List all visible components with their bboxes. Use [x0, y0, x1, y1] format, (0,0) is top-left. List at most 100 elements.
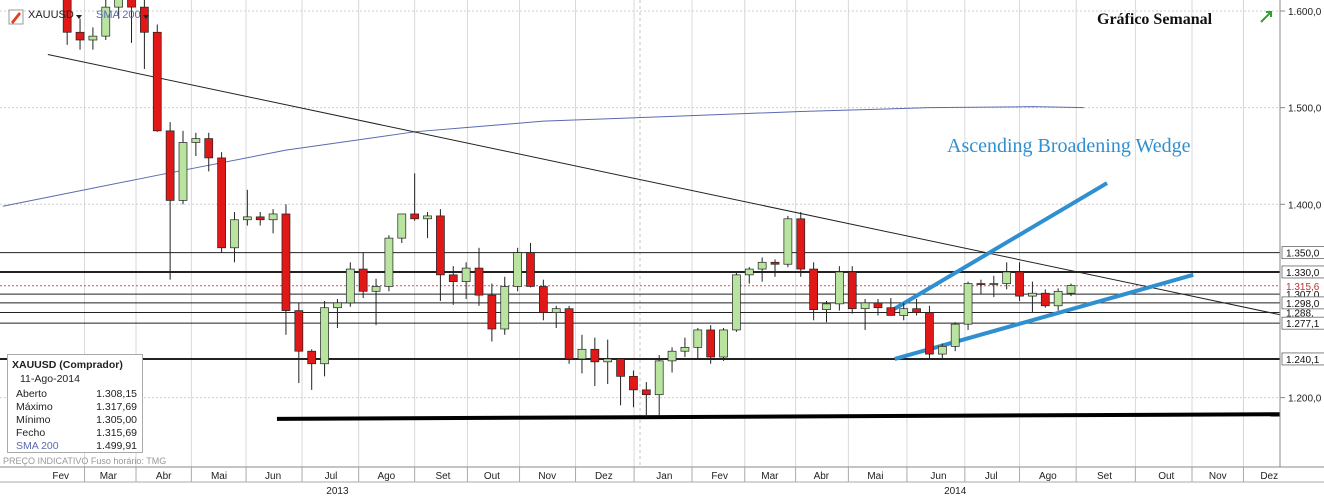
candle-body [564, 308, 574, 360]
x-month-label: Mar [761, 471, 779, 482]
x-month-label: Mai [867, 471, 883, 482]
footer-note: PREÇO INDICATIVO Fuso horário: TMG [3, 456, 167, 466]
candle-body [551, 308, 561, 313]
x-year-label: 2013 [326, 486, 349, 497]
info-low-value: 1.305,00 [96, 414, 137, 426]
candle-body [629, 375, 638, 391]
candle-body [950, 323, 960, 347]
candle-body [835, 271, 844, 305]
candle-body [847, 271, 857, 310]
candle-body [397, 213, 407, 239]
x-month-label: Jun [930, 471, 946, 482]
candle-body [345, 268, 355, 304]
candle-body [191, 138, 201, 143]
candle-body [333, 302, 342, 309]
info-low-label: Mínimo [16, 414, 51, 426]
candle-body [75, 31, 85, 41]
candle-body [886, 307, 896, 316]
candle-body [1066, 285, 1076, 294]
x-month-label: Nov [538, 471, 556, 482]
x-month-label: Jun [265, 471, 281, 482]
x-month-label: Dez [595, 471, 613, 482]
x-month-label: Set [1097, 471, 1112, 482]
candle-body [436, 215, 445, 276]
y-tick-label: 1.500,0 [1288, 104, 1322, 115]
candle-body [268, 213, 278, 221]
x-month-label: Mai [211, 471, 227, 482]
candle-body [783, 218, 793, 265]
candle-body [912, 308, 921, 313]
candle-body [577, 348, 587, 360]
candle-body [178, 142, 188, 201]
candle-body [152, 31, 162, 132]
candle-body [358, 268, 368, 292]
x-month-label: Fev [52, 471, 69, 482]
candle-body [963, 283, 973, 325]
candle-body [860, 302, 870, 310]
info-close-value: 1.315,69 [96, 427, 137, 439]
level-label: 1.350,0 [1286, 249, 1320, 260]
info-date: 11-Ago-2014 [20, 373, 80, 385]
candle-body [204, 138, 214, 159]
x-month-label: Fev [711, 471, 728, 482]
x-month-label: Ago [377, 471, 395, 482]
indicator-label[interactable]: SMA 200 [96, 9, 141, 21]
x-month-label: Nov [1209, 471, 1227, 482]
candle-body [217, 157, 226, 249]
info-close-label: Fecho [16, 427, 46, 439]
candle-body [667, 350, 677, 362]
x-month-label: Set [435, 471, 450, 482]
candle-body [822, 303, 831, 310]
candle-body [114, 0, 123, 8]
candle-body [371, 286, 381, 292]
candle-body [281, 213, 291, 311]
candle-body [140, 6, 149, 33]
candle-body [616, 358, 625, 377]
candle-body [590, 348, 600, 363]
chart-background [0, 0, 1324, 499]
candle-body [487, 294, 497, 330]
candle-body [410, 213, 420, 220]
x-month-label: Mar [100, 471, 118, 482]
y-tick-label: 1.600,0 [1288, 7, 1322, 18]
candle-body [1015, 271, 1024, 297]
info-open-value: 1.308,15 [96, 388, 137, 400]
info-sma-value: 1.499,91 [96, 440, 137, 452]
candle-body [1053, 290, 1063, 307]
candle-body [654, 360, 664, 396]
candle-body [526, 252, 535, 287]
chart-title: Gráfico Semanal [1097, 11, 1213, 28]
candle-body [230, 219, 239, 249]
price-chart: 1.600,0 1.500,0 1.400,0 1.200,0 1.350,0 1.330… [0, 0, 1324, 499]
candle-body [757, 261, 767, 270]
x-year-label: 2014 [944, 486, 967, 497]
info-sma-label: SMA 200 [16, 440, 59, 452]
candle-body [88, 35, 98, 41]
x-month-label: Jan [656, 471, 672, 482]
candle-body [127, 0, 136, 8]
candle-body [448, 274, 458, 282]
candle-body [500, 286, 510, 330]
candle-body [641, 389, 651, 396]
x-month-label: Jul [985, 471, 998, 482]
info-title: XAUUSD (Comprador) [12, 359, 123, 371]
candle-body [809, 268, 818, 310]
level-label: 1.240,1 [1286, 355, 1320, 366]
x-month-label: Out [1158, 471, 1174, 482]
x-month-label: Ago [1039, 471, 1057, 482]
x-month-label: Out [484, 471, 500, 482]
candle-body [1028, 292, 1037, 297]
y-tick-label: 1.400,0 [1288, 200, 1322, 211]
candle-body [680, 346, 690, 352]
info-open-label: Aberto [16, 388, 47, 400]
candle-body [899, 308, 909, 316]
candle-body [976, 283, 986, 285]
x-month-label: Dez [1260, 471, 1278, 482]
y-tick-label: 1.200,0 [1288, 394, 1322, 405]
symbol-label[interactable]: XAUUSD [28, 9, 74, 21]
candle-body [242, 216, 252, 221]
pattern-label: Ascending Broadening Wedge [947, 135, 1191, 157]
candle-body [719, 329, 728, 358]
candle-body [1002, 271, 1012, 284]
candle-body [307, 350, 317, 365]
